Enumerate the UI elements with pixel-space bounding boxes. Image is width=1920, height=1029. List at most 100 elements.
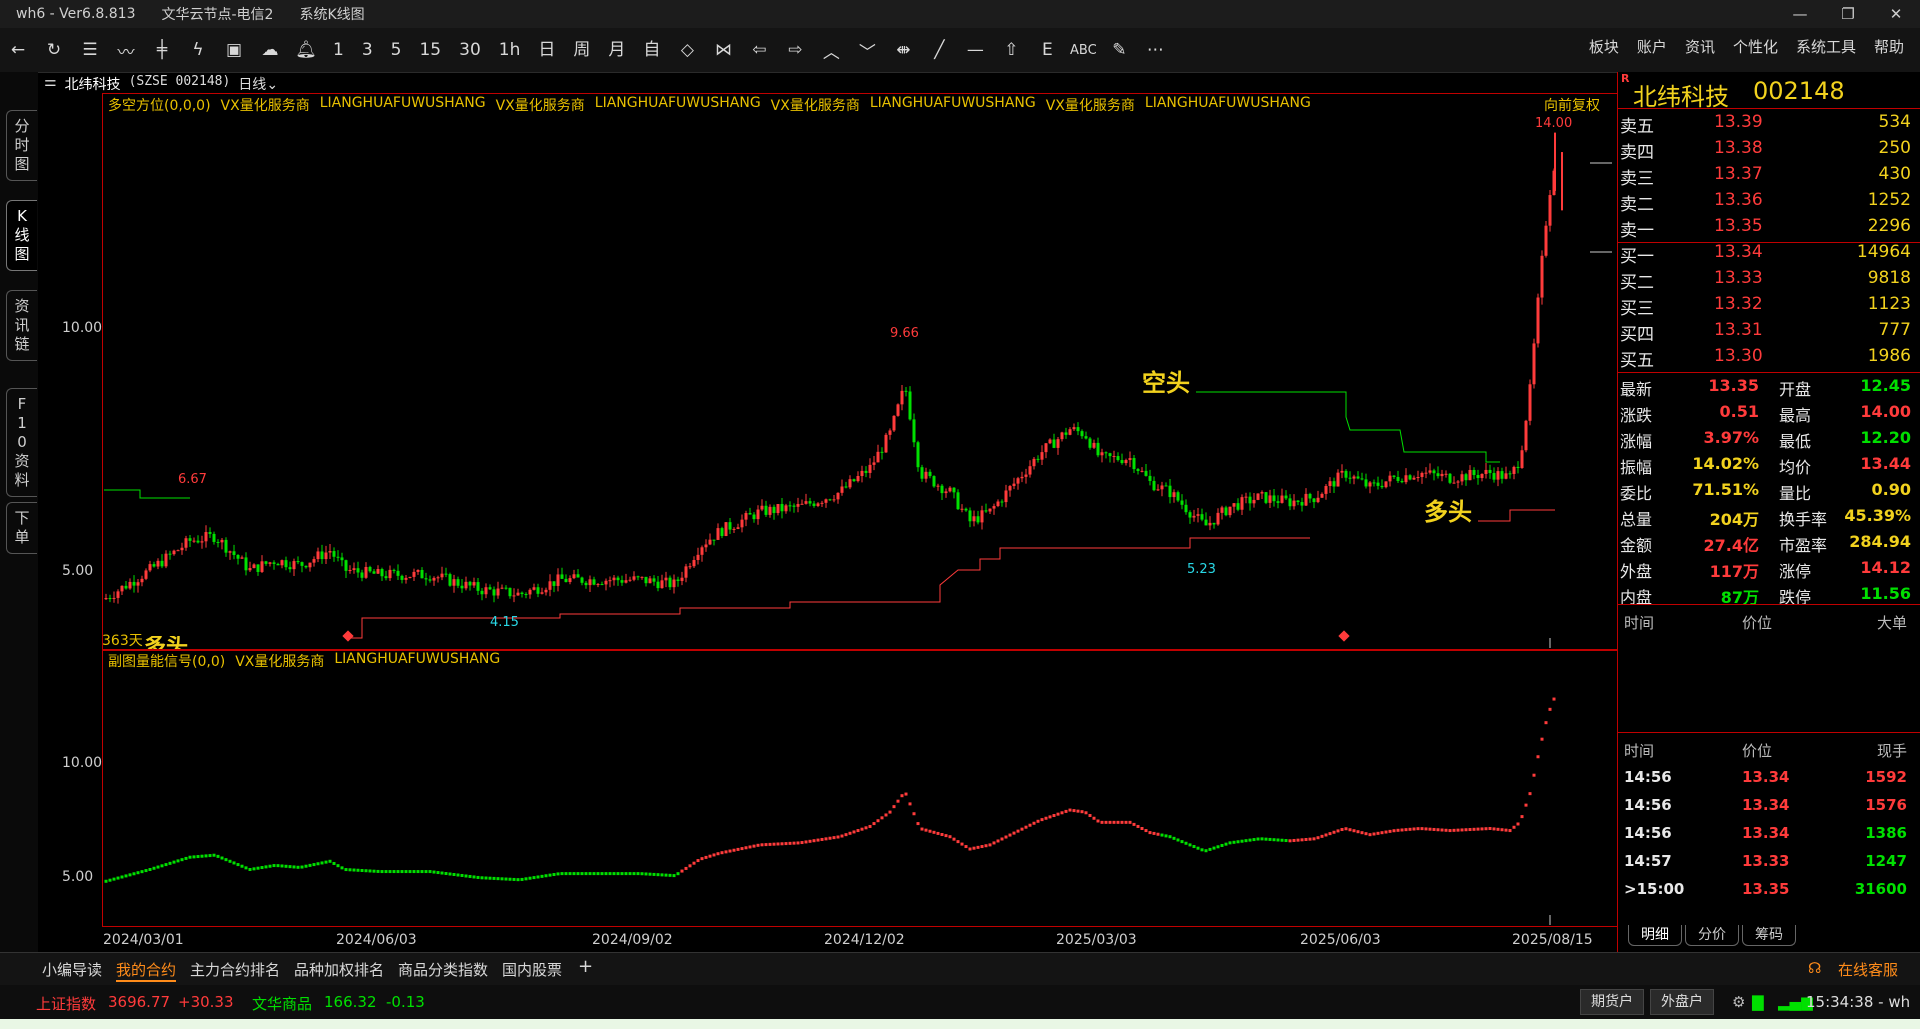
ask-price: 13.37 xyxy=(1714,164,1763,184)
text-tool-icon[interactable]: ABC xyxy=(1065,33,1101,67)
index2-name[interactable]: 文华商品 xyxy=(252,993,312,1014)
online-service[interactable]: 在线客服 xyxy=(1838,959,1898,980)
down-chevron-icon[interactable]: ﹀ xyxy=(849,33,885,67)
ask-price: 13.39 xyxy=(1714,112,1763,132)
fib-tool-icon[interactable]: Ε xyxy=(1029,33,1065,67)
menu-news[interactable]: 资讯 xyxy=(1685,36,1715,57)
tab-kline[interactable]: K线图 xyxy=(6,200,37,271)
ask-row[interactable]: 卖四 13.38 250 xyxy=(1618,138,1920,164)
ask-vol: 1252 xyxy=(1867,190,1911,210)
tab-main-rank[interactable]: 主力合约排名 xyxy=(190,959,280,980)
tab-my-contracts[interactable]: 我的合约 xyxy=(116,959,177,982)
refresh-icon[interactable]: ↻ xyxy=(36,33,72,67)
tab-weighted-rank[interactable]: 品种加权排名 xyxy=(294,959,384,980)
hline-tool-icon[interactable]: — xyxy=(957,33,993,67)
tick-time: 14:57 xyxy=(1624,852,1672,870)
period-month[interactable]: 月 xyxy=(599,33,634,67)
ask-row[interactable]: 卖三 13.37 430 xyxy=(1618,164,1920,190)
cloud-icon[interactable]: ☁ xyxy=(252,33,288,67)
bid-row[interactable]: 买五 13.30 1986 xyxy=(1618,346,1920,372)
crosshair-icon[interactable]: ⇼ xyxy=(885,33,921,67)
tick-row[interactable]: 14:56 13.34 1592 xyxy=(1618,768,1920,794)
tab-domestic-stocks[interactable]: 国内股票 xyxy=(502,959,562,980)
minimize-icon[interactable]: — xyxy=(1776,0,1824,28)
alarm-icon[interactable]: 🔔︎ xyxy=(288,33,324,67)
tab-news-chain[interactable]: 资讯链 xyxy=(6,290,37,361)
tick-row[interactable]: 14:56 13.34 1576 xyxy=(1618,796,1920,822)
sub-indicator-name[interactable]: 副图量能信号(0,0) xyxy=(108,651,225,671)
bid-row[interactable]: 买三 13.32 1123 xyxy=(1618,294,1920,320)
bid-row[interactable]: 买四 13.31 777 xyxy=(1618,320,1920,346)
close-icon[interactable]: ✕ xyxy=(1872,0,1920,28)
stat-label: 总量 xyxy=(1620,510,1653,529)
index1-name[interactable]: 上证指数 xyxy=(36,993,96,1014)
tick-row[interactable]: >15:00 13.35 31600 xyxy=(1618,880,1920,906)
period-custom[interactable]: 自 xyxy=(634,33,669,67)
foreign-account-button[interactable]: 外盘户 xyxy=(1650,989,1714,1015)
restore-icon[interactable]: ❐ xyxy=(1824,0,1872,28)
main-indicator-name[interactable]: 多空方位(0,0,0) xyxy=(108,95,211,115)
tick-row[interactable]: 14:56 13.34 1386 xyxy=(1618,824,1920,850)
line-tool-icon[interactable]: ╱ xyxy=(921,33,957,67)
pen-tool-icon[interactable]: ✎ xyxy=(1101,33,1137,67)
zoom-out-icon[interactable]: ⋈ xyxy=(705,33,741,67)
right-arrow-icon[interactable]: ⇨ xyxy=(777,33,813,67)
f10-icon[interactable]: ▣ xyxy=(216,33,252,67)
kline-icon[interactable]: ╪ xyxy=(144,33,180,67)
period-5[interactable]: 5 xyxy=(382,33,411,67)
tab-chips[interactable]: 筹码 xyxy=(1742,925,1796,946)
period-1[interactable]: 1 xyxy=(324,33,353,67)
period-1h[interactable]: 1h xyxy=(490,33,530,67)
lightning-icon[interactable]: ϟ xyxy=(180,33,216,67)
tab-detail[interactable]: 明细 xyxy=(1628,925,1682,946)
menu-lines-icon[interactable]: ⚌ xyxy=(44,74,57,94)
arrow-up-tool-icon[interactable]: ⇧ xyxy=(993,33,1029,67)
menu-help[interactable]: 帮助 xyxy=(1874,36,1904,57)
futures-account-button[interactable]: 期货户 xyxy=(1580,989,1644,1015)
up-chevron-icon[interactable]: ︿ xyxy=(813,33,849,67)
period-3[interactable]: 3 xyxy=(353,33,382,67)
more-icon[interactable]: ⋯ xyxy=(1137,33,1173,67)
adjust-mode[interactable]: 向前复权 xyxy=(1544,95,1600,115)
tab-order[interactable]: 下单 xyxy=(6,502,37,554)
tab-timeshare[interactable]: 分时图 xyxy=(6,110,37,181)
ask-row[interactable]: 卖二 13.36 1252 xyxy=(1618,190,1920,216)
quote-list-icon[interactable]: ☰ xyxy=(72,33,108,67)
timeshare-icon[interactable]: 〰 xyxy=(108,33,144,67)
menu-sector[interactable]: 板块 xyxy=(1589,36,1619,57)
bid-row[interactable]: 买二 13.33 9818 xyxy=(1618,268,1920,294)
bid-price: 13.30 xyxy=(1714,346,1763,366)
period-day[interactable]: 日 xyxy=(529,33,564,67)
back-icon[interactable]: ← xyxy=(0,33,36,67)
network-icon: ▇ xyxy=(1752,993,1764,1011)
stat-value: 284.94 xyxy=(1849,532,1911,551)
tape-col-time: 时间 xyxy=(1624,614,1655,632)
ask-row[interactable]: 卖五 13.39 534 xyxy=(1618,112,1920,138)
period-15[interactable]: 15 xyxy=(410,33,450,67)
add-tab-button[interactable]: + xyxy=(578,956,593,977)
ask-row[interactable]: 卖一 13.35 2296 xyxy=(1618,216,1920,242)
index1-change: +30.33 xyxy=(178,993,234,1011)
clock: 15:34:38 - wh xyxy=(1806,993,1911,1011)
menu-account[interactable]: 账户 xyxy=(1637,36,1667,57)
menu-personalize[interactable]: 个性化 xyxy=(1733,36,1778,57)
period-week[interactable]: 周 xyxy=(564,33,599,67)
server-node[interactable]: 文华云节点-电信2 xyxy=(161,4,273,24)
tab-commodity-index[interactable]: 商品分类指数 xyxy=(398,959,488,980)
menu-tools[interactable]: 系统工具 xyxy=(1796,36,1856,57)
stat-value: 13.35 xyxy=(1708,376,1759,395)
tape-col-big: 大单 xyxy=(1876,614,1907,632)
tab-f10[interactable]: F10资料 xyxy=(6,388,37,497)
period-30[interactable]: 30 xyxy=(450,33,490,67)
settings-icon[interactable]: ⚙ xyxy=(1732,993,1745,1011)
period-select[interactable]: 日线⌄ xyxy=(238,74,278,94)
tick-row[interactable]: 14:57 13.33 1247 xyxy=(1618,852,1920,878)
x-date: 2025/06/03 xyxy=(1300,932,1381,948)
tab-price-dist[interactable]: 分价 xyxy=(1685,925,1739,946)
bid-row[interactable]: 买一 13.34 14964 xyxy=(1618,242,1920,268)
bear-signal-label: 空头 xyxy=(1142,369,1190,397)
zoom-in-icon[interactable]: ◇ xyxy=(669,33,705,67)
bid-vol: 9818 xyxy=(1867,268,1911,288)
tab-editor-guide[interactable]: 小编导读 xyxy=(42,959,102,980)
left-arrow-icon[interactable]: ⇦ xyxy=(741,33,777,67)
